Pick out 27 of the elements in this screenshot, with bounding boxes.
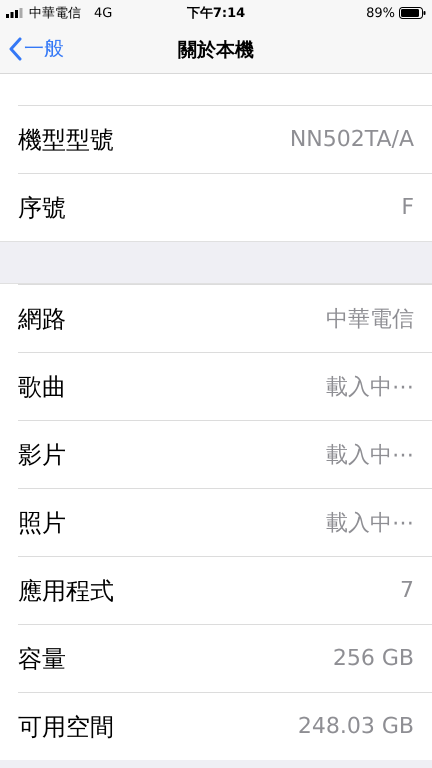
row-label: 網路 — [18, 304, 66, 334]
row-value: NN502TA/A — [290, 127, 414, 152]
row-label: 可用空間 — [18, 712, 114, 742]
network-type: 4G — [94, 6, 112, 20]
row-label: 序號 — [18, 192, 66, 224]
battery-icon — [399, 7, 426, 19]
row-label: 容量 — [18, 644, 66, 674]
signal-icon — [6, 8, 24, 18]
row-value: 載入中⋯ — [326, 510, 414, 538]
row-value: 中華電信 — [326, 306, 414, 334]
row-label: 機型型號 — [18, 124, 114, 156]
row-label: 應用程式 — [18, 576, 114, 606]
row-value: 7 — [400, 578, 414, 603]
row-label: 影片 — [18, 440, 66, 470]
row-value: F — [401, 195, 414, 220]
battery-percent: 89% — [366, 6, 395, 20]
chevron-icon — [8, 36, 22, 60]
row-label: 照片 — [18, 508, 66, 538]
row-value: 248.03 GB — [298, 714, 414, 739]
back-button[interactable]: 一般 — [8, 35, 64, 62]
row-label: 歌曲 — [18, 372, 66, 402]
carrier-name: 中華電信 — [29, 5, 81, 22]
nav-title: 關於本機 — [178, 38, 254, 62]
status-time: 下午7:14 — [186, 5, 246, 22]
row-value: 載入中⋯ — [326, 374, 414, 402]
row-value: 256 GB — [332, 646, 414, 671]
row-value: 載入中⋯ — [326, 442, 414, 470]
